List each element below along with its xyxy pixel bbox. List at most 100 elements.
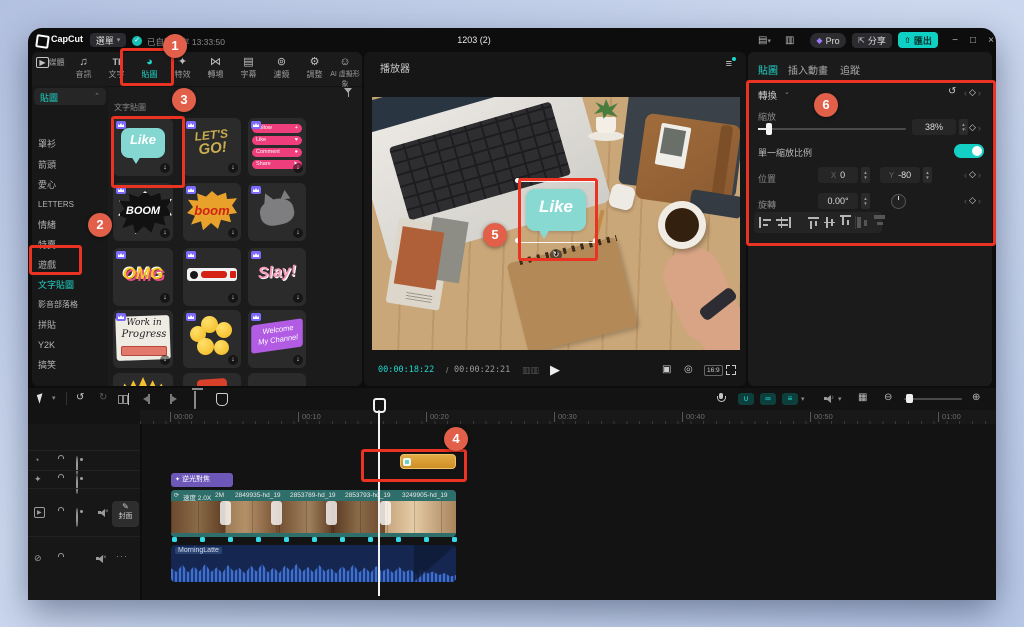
panel-toggle-icon[interactable]: ▥ xyxy=(785,35,794,46)
tab-transitions[interactable]: ⋈轉場 xyxy=(199,55,232,80)
sticker-tile-omg[interactable]: OMG ↓ xyxy=(113,248,173,306)
timeline-ruler[interactable]: 00:00 00:10 00:20 00:30 00:40 00:50 01:0… xyxy=(140,410,996,424)
sticker-tile-partial[interactable] xyxy=(183,373,241,386)
tab-adjust[interactable]: ⚙調整 xyxy=(298,55,331,80)
menu-button[interactable]: 選單▾ xyxy=(90,33,126,47)
sticker-tile-welcome[interactable]: Welcome My Channel ↓ xyxy=(248,310,306,368)
visibility-icon[interactable] xyxy=(76,508,78,527)
zoom-out-icon[interactable]: ⊖ xyxy=(884,392,892,403)
link-toggle-icon[interactable]: ∞ xyxy=(760,393,776,405)
cat-ear xyxy=(280,190,291,200)
audio-fade-out xyxy=(414,545,456,582)
tab-tracking[interactable]: 追蹤 xyxy=(840,62,860,77)
timeline-view-icon[interactable]: ▦ xyxy=(858,392,867,403)
zoom-in-icon[interactable]: ⊕ xyxy=(972,392,980,403)
download-icon[interactable]: ↓ xyxy=(293,163,303,173)
tab-ai-avatar[interactable]: ☺AI 虛擬形象 xyxy=(328,55,362,89)
app-logo: CapCut xyxy=(51,34,83,44)
transition-handle[interactable] xyxy=(271,501,282,525)
download-icon[interactable]: ↓ xyxy=(228,228,238,238)
sticker-tile-wip[interactable]: Work in Progress ↓ xyxy=(113,310,173,368)
download-icon[interactable]: ↓ xyxy=(293,293,303,303)
sticker-tile-boom-bw[interactable]: BOOM ↓ xyxy=(113,183,173,241)
cover-button[interactable]: ✎ 封面 xyxy=(112,501,139,527)
social-pill-comment: Comment● xyxy=(252,148,302,157)
preview-axis-toggle-icon[interactable]: ≡ xyxy=(782,393,798,405)
transition-handle[interactable] xyxy=(326,501,337,525)
sticker-tile-boom-red[interactable]: boom ↓ xyxy=(183,183,241,241)
download-icon[interactable]: ↓ xyxy=(293,228,303,238)
maximize-button[interactable]: □ xyxy=(966,35,980,46)
greenscreen-icon[interactable]: ▣ xyxy=(662,364,671,375)
sticker-tile-subscribe[interactable]: ↓ xyxy=(183,248,241,306)
sidebar-item-funny[interactable]: 搞笑 xyxy=(38,355,108,375)
close-button[interactable]: × xyxy=(984,35,998,46)
more-icon[interactable]: ··· xyxy=(116,551,128,561)
sticker-tile-social-buttons[interactable]: Follow+ Like♥ Comment● Share➤ ↓ xyxy=(248,118,306,176)
sticker-tile-partial[interactable] xyxy=(248,373,306,386)
pro-button[interactable]: ◆Pro xyxy=(810,33,846,48)
playhead-line[interactable] xyxy=(378,410,380,596)
sidebar-header[interactable]: 貼圖 ⌃ xyxy=(34,88,106,105)
frame-view-icon[interactable]: ▥▥ xyxy=(522,365,539,376)
ratio-button[interactable]: 16:9 xyxy=(704,365,723,376)
minimize-button[interactable]: − xyxy=(948,35,962,46)
sidebar-item-hearts[interactable]: 愛心 xyxy=(38,175,108,195)
transition-handle[interactable] xyxy=(220,501,231,525)
delete-icon[interactable] xyxy=(194,391,196,409)
share-button[interactable]: ⇱分享 xyxy=(852,33,892,48)
sidebar-item-y2k[interactable]: Y2K xyxy=(38,335,108,355)
sticker-tile-cat[interactable]: ↓ xyxy=(248,183,306,241)
snap-toggle-icon[interactable]: ∪ xyxy=(738,393,754,405)
timeline-panel: ▾ ↺ ↻ ∪ ∞ ≡ ▾ ♪ ▾ ▦ ⊖ ⊕ 00:00 00:10 0 xyxy=(28,388,996,600)
tab-sticker-props[interactable]: 貼圖 xyxy=(758,62,778,77)
sidebar-item-collage[interactable]: 拼貼 xyxy=(38,315,108,335)
sidebar-item-text-stickers[interactable]: 文字貼圖 xyxy=(38,275,108,295)
tab-captions[interactable]: ▤字幕 xyxy=(232,55,265,80)
sidebar-item-vlog[interactable]: 影音部落格 xyxy=(38,295,108,315)
sticker-tile-emoji-pile[interactable]: ↓ xyxy=(183,310,241,368)
play-button[interactable]: ▶ xyxy=(550,362,560,378)
chevron-down-icon[interactable]: ▾ xyxy=(801,395,805,403)
redo-icon[interactable]: ↻ xyxy=(99,392,107,403)
sidebar-item-letters[interactable]: LETTERS xyxy=(38,195,108,215)
sticker-tile-slay[interactable]: Slay! ↓ xyxy=(248,248,306,306)
download-icon[interactable]: ↓ xyxy=(228,355,238,365)
focus-icon[interactable]: ◎ xyxy=(684,364,693,375)
sticker-tile-lets-go[interactable]: LET'S GO! ↓ xyxy=(183,118,241,176)
transition-handle[interactable] xyxy=(380,501,391,525)
panel-tabbar: ▶媒體 ♫音訊 TI文字 ◕貼圖 ✦特效 ⋈轉場 ▤字幕 ⊚濾鏡 ⚙調整 ☺AI… xyxy=(32,52,362,87)
player-menu-icon[interactable]: ≡ xyxy=(726,58,732,70)
audio-clip[interactable]: MorningLatte xyxy=(171,545,456,582)
layout-icon[interactable]: ▤▾ xyxy=(758,35,771,46)
playhead-head[interactable] xyxy=(373,398,386,413)
download-icon[interactable]: ↓ xyxy=(228,293,238,303)
sticker-tile-partial[interactable] xyxy=(113,373,173,386)
clip-name: 2849935-hd_19 xyxy=(235,492,281,499)
zoom-slider-thumb[interactable] xyxy=(906,394,913,403)
download-icon[interactable]: ↓ xyxy=(160,228,170,238)
undo-icon[interactable]: ↺ xyxy=(76,392,84,403)
cover-label: 封面 xyxy=(112,513,139,521)
tab-filters[interactable]: ⊚濾鏡 xyxy=(265,55,298,80)
tab-media[interactable]: ▶媒體 xyxy=(34,55,67,68)
sidebar-item-cover-shirt[interactable]: 罩衫 xyxy=(38,134,108,154)
download-icon[interactable]: ↓ xyxy=(160,355,170,365)
wip-text: Progress xyxy=(119,329,169,340)
video-clip[interactable]: ⟳ 速度 2.0X 2M 2849935-hd_19 2853789-hd_19… xyxy=(171,490,456,537)
mask-icon[interactable] xyxy=(216,393,228,406)
download-icon[interactable]: ↓ xyxy=(160,293,170,303)
chevron-down-icon[interactable]: ▾ xyxy=(52,394,56,402)
download-icon[interactable]: ↓ xyxy=(228,163,238,173)
polaroid-image xyxy=(660,127,686,156)
select-tool-icon[interactable] xyxy=(37,393,45,403)
download-icon[interactable]: ↓ xyxy=(293,355,303,365)
fullscreen-icon[interactable] xyxy=(726,365,736,375)
sidebar-item-arrows[interactable]: 箭頭 xyxy=(38,155,108,175)
export-button[interactable]: ⇧匯出 xyxy=(898,32,938,48)
tab-insert-animation[interactable]: 插入動畫 xyxy=(788,62,828,77)
tab-audio[interactable]: ♫音訊 xyxy=(67,55,100,80)
red-blob xyxy=(197,378,228,386)
chevron-down-icon[interactable]: ▾ xyxy=(838,395,842,403)
effect-clip[interactable]: ✦ 逆光對焦 xyxy=(171,473,233,487)
